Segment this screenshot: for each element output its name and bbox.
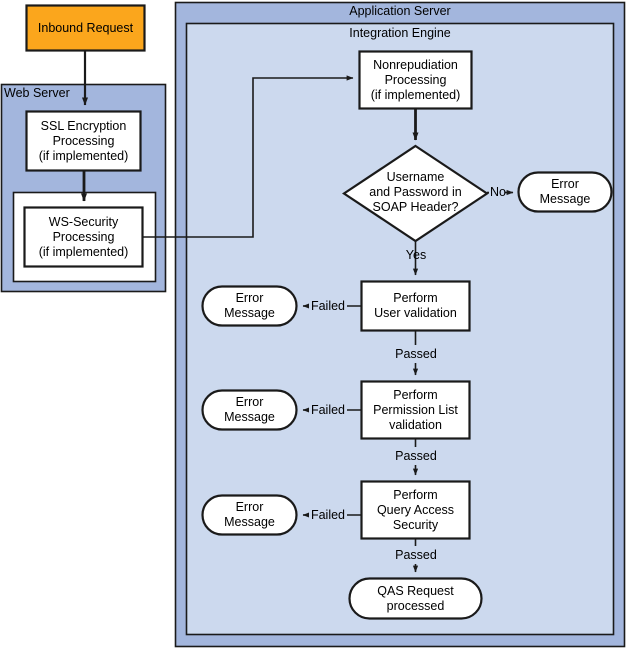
node-qas-request-processed[interactable]	[348, 577, 483, 620]
flowchart-diagram: Web Server Application Server Integratio…	[0, 0, 627, 651]
node-error-message-permission[interactable]	[201, 389, 298, 431]
edge-label-yes: Yes	[405, 248, 427, 262]
node-perform-permission-list-validation[interactable]	[360, 380, 471, 440]
container-label-web-server: Web Server	[4, 86, 70, 100]
edge-label-no: No	[490, 185, 506, 199]
node-perform-query-access-security[interactable]	[360, 480, 471, 540]
edge-label-failed-user: Failed	[309, 299, 347, 313]
edge-label-failed-permission: Failed	[309, 403, 347, 417]
node-ws-security-processing[interactable]	[23, 206, 144, 268]
node-ssl-encryption-processing[interactable]	[25, 110, 142, 172]
container-label-application-server: Application Server	[349, 4, 451, 18]
edge-label-failed-query: Failed	[309, 508, 347, 522]
container-label-integration-engine: Integration Engine	[349, 26, 451, 40]
edge-label-passed-query: Passed	[395, 548, 437, 562]
node-error-message-user[interactable]	[201, 285, 298, 327]
edge-label-passed-user: Passed	[395, 347, 437, 361]
node-perform-user-validation[interactable]	[360, 280, 471, 332]
node-nonrepudiation-processing[interactable]	[358, 50, 473, 110]
edge-label-passed-permission: Passed	[395, 449, 437, 463]
node-inbound-request[interactable]	[25, 4, 146, 52]
node-error-message-query[interactable]	[201, 494, 298, 536]
node-error-message-no[interactable]	[517, 171, 613, 213]
